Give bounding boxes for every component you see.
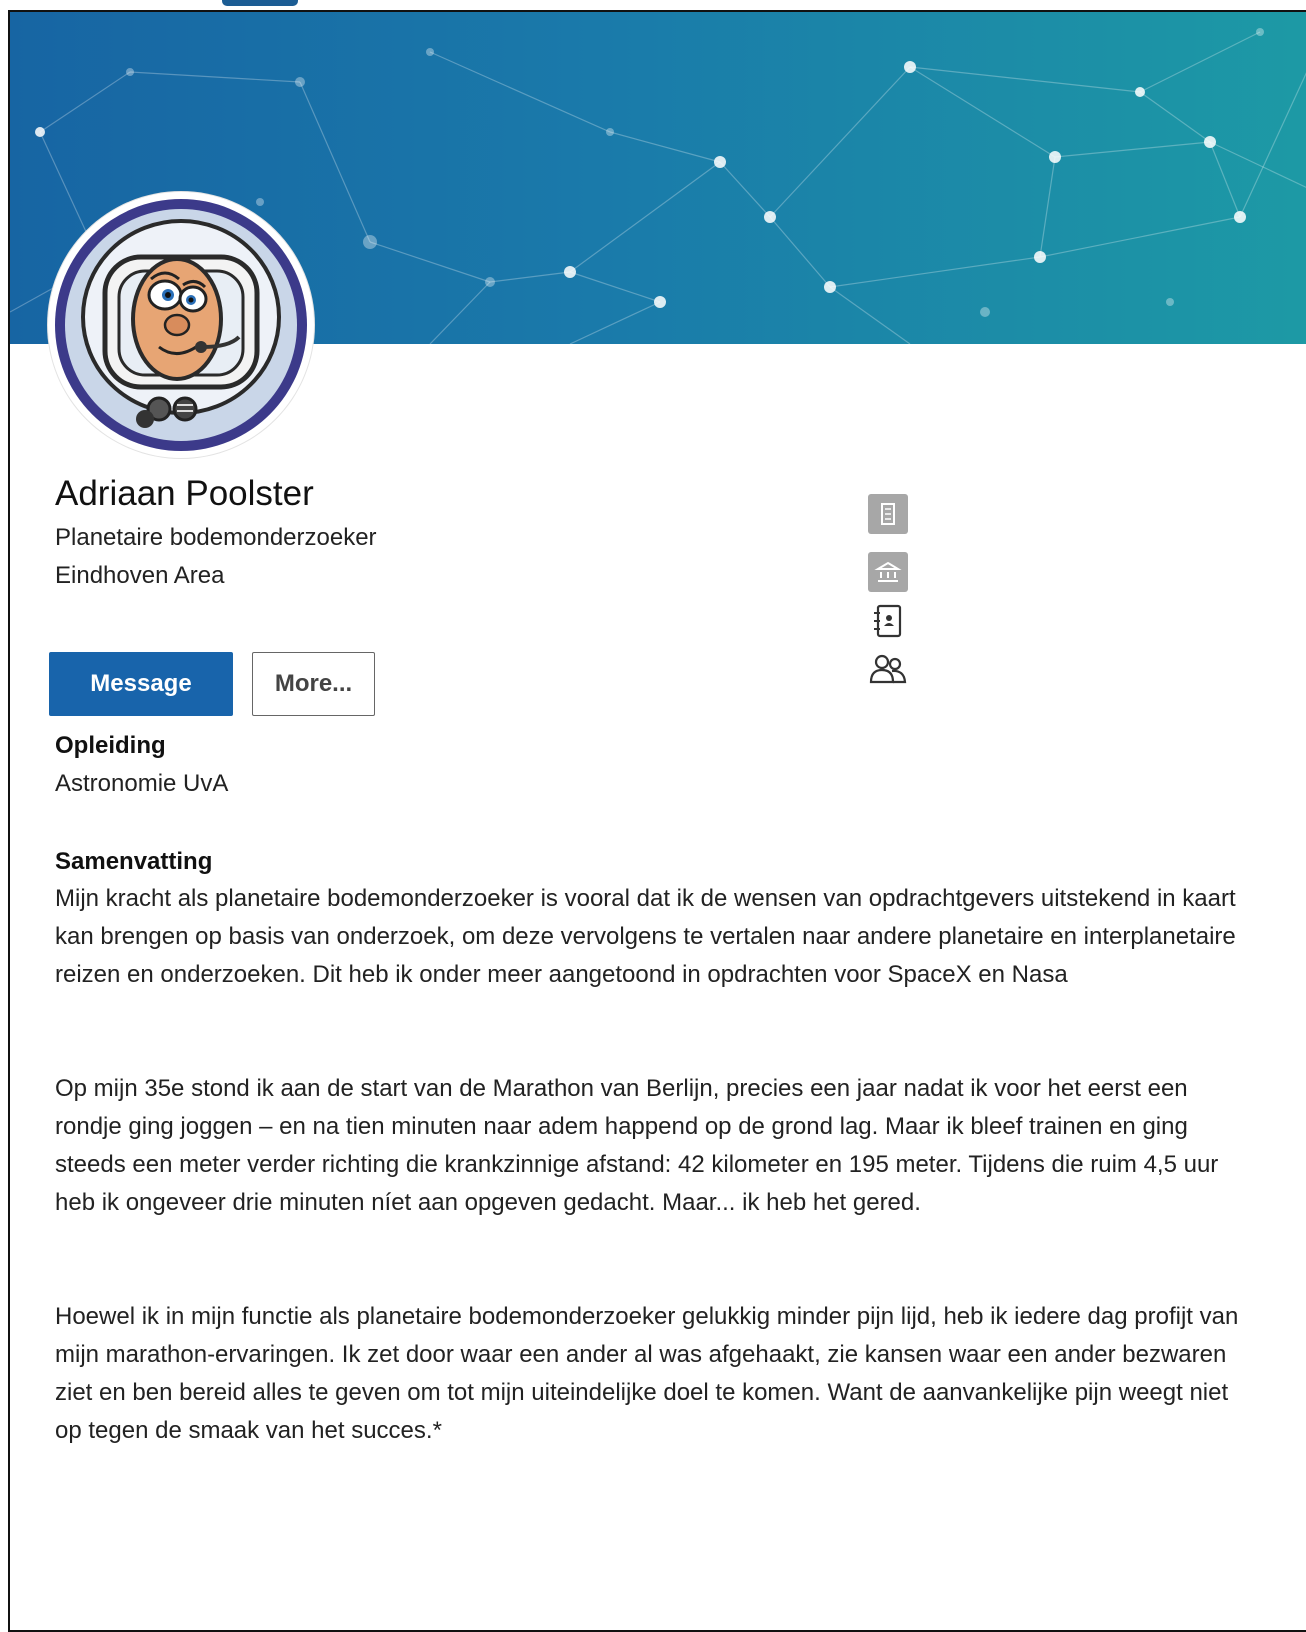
profile-card: Adriaan Poolster Planetaire bodemonderzo… bbox=[8, 10, 1306, 1632]
institution-icon[interactable] bbox=[868, 552, 908, 597]
summary-paragraph-3: Hoewel ik in mijn functie als planetaire… bbox=[55, 1303, 1239, 1444]
top-tab-indicator[interactable] bbox=[222, 0, 298, 6]
message-button[interactable]: Message bbox=[49, 652, 233, 716]
more-button[interactable]: More... bbox=[252, 652, 375, 716]
contact-book-icon[interactable] bbox=[868, 602, 908, 647]
profile-title: Planetaire bodemonderzoeker bbox=[55, 524, 377, 551]
education-value: Astronomie UvA bbox=[55, 770, 229, 797]
summary-paragraph-1: Mijn kracht als planetaire bodemonderzoe… bbox=[55, 885, 1236, 988]
summary-paragraph-2: Op mijn 35e stond ik aan de start van de… bbox=[55, 1075, 1219, 1216]
summary-heading: Samenvatting bbox=[55, 848, 213, 875]
people-icon[interactable] bbox=[868, 650, 908, 695]
top-strip bbox=[0, 0, 1306, 8]
building-icon[interactable] bbox=[868, 494, 908, 539]
profile-location: Eindhoven Area bbox=[55, 562, 225, 589]
education-heading: Opleiding bbox=[55, 732, 166, 759]
astronaut-avatar-image bbox=[55, 199, 307, 451]
profile-name: Adriaan Poolster bbox=[55, 474, 314, 513]
avatar[interactable] bbox=[48, 192, 314, 458]
